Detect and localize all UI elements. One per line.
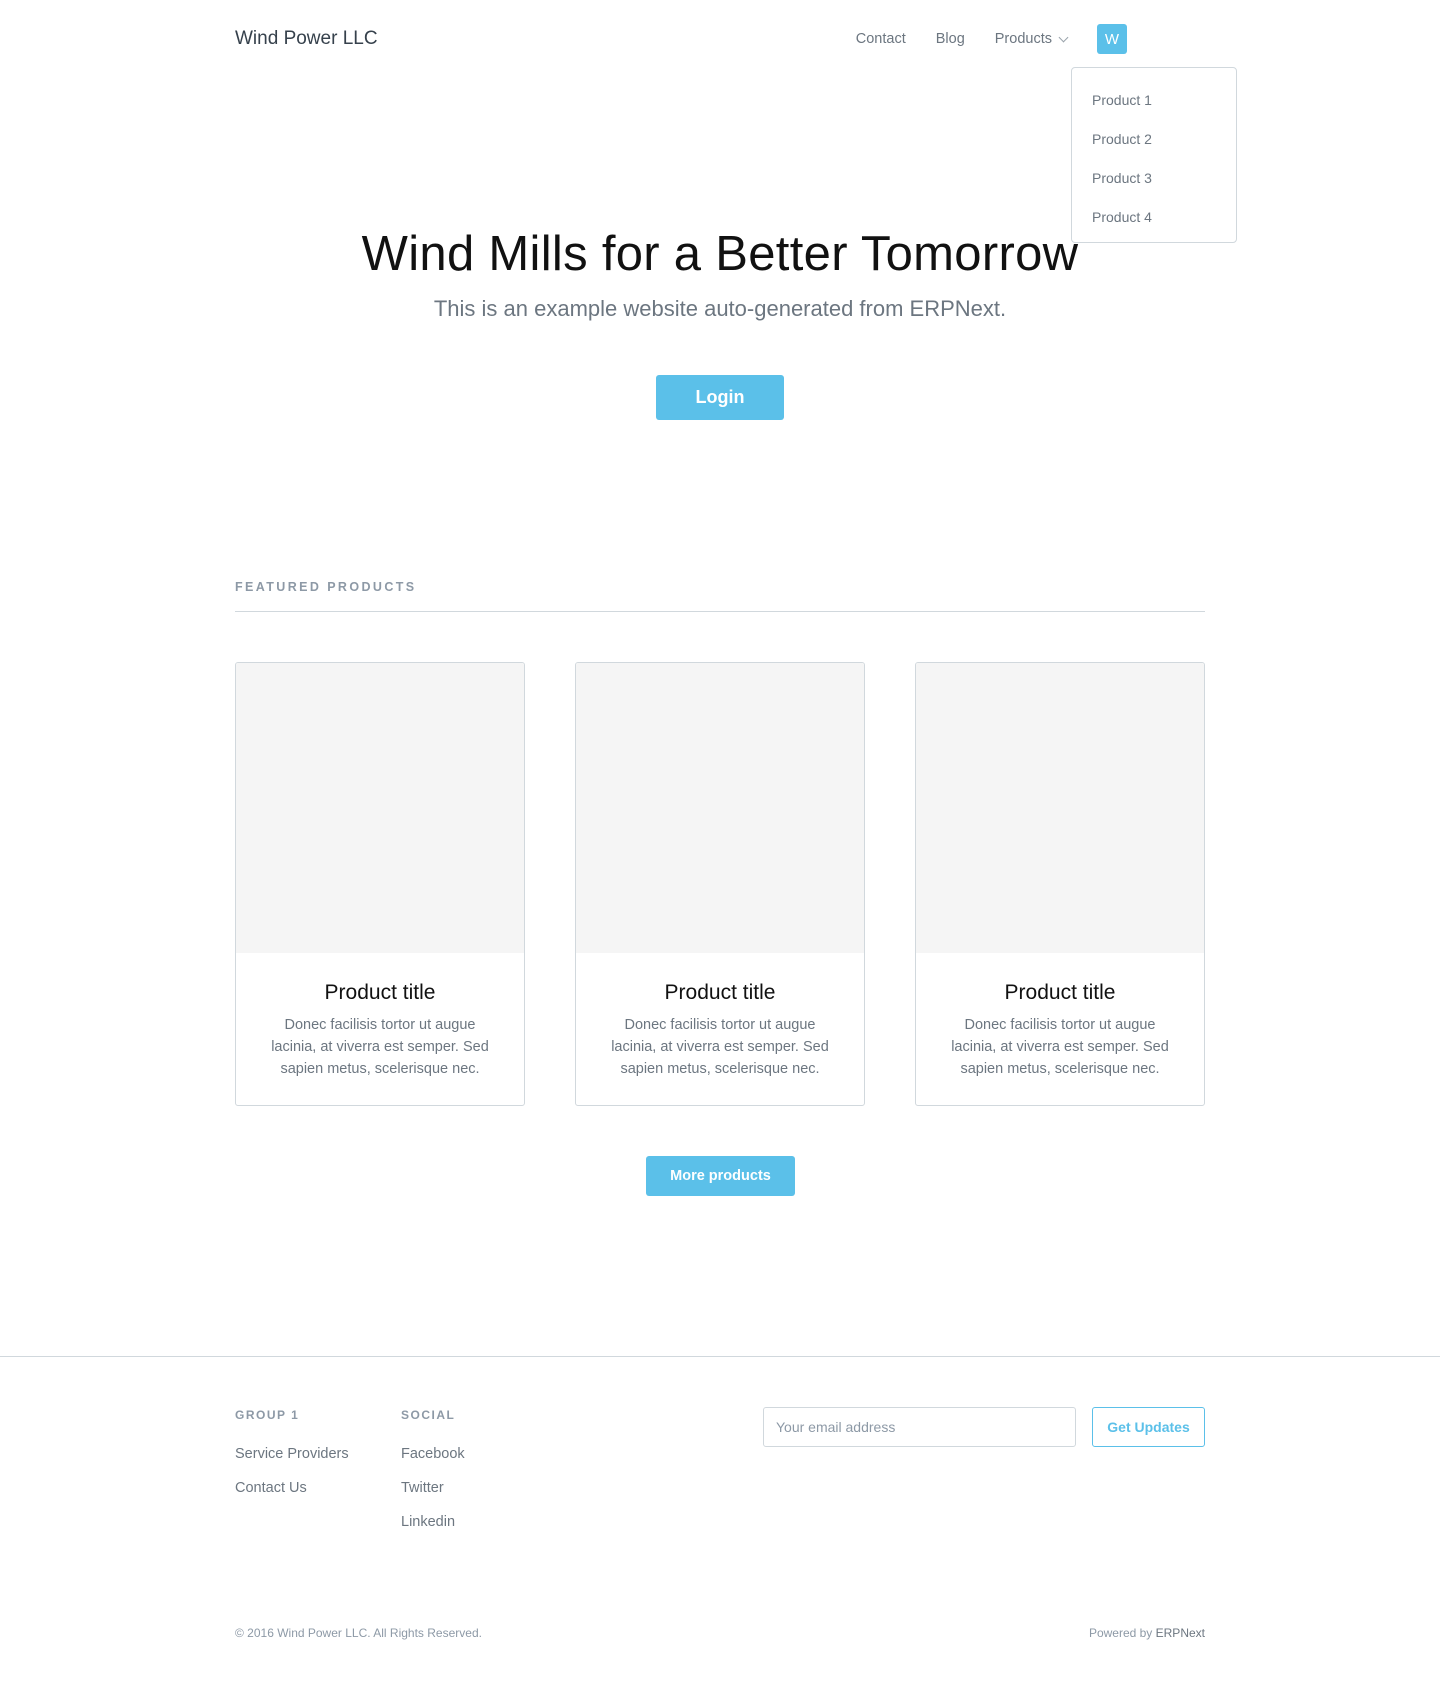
section-divider — [235, 611, 1205, 612]
nav-dropdown-products[interactable]: Products — [994, 31, 1069, 47]
product-description: Donec facilisis tortor ut augue lacinia,… — [271, 1017, 489, 1077]
footer-link-twitter[interactable]: Twitter — [401, 1471, 465, 1505]
hero-title: Wind Mills for a Better Tomorrow — [361, 227, 1079, 281]
get-updates-button[interactable]: Get Updates — [1092, 1407, 1205, 1447]
nav-links: Contact Blog Products W — [826, 24, 1127, 54]
nav-products-label: Products — [994, 31, 1052, 47]
product-image-placeholder — [916, 663, 1204, 953]
copyright-text: © 2016 Wind Power LLC. All Rights Reserv… — [235, 1626, 482, 1640]
product-card[interactable]: Product title Donec facilisis tortor ut … — [235, 662, 525, 1106]
footer-group-1: GROUP 1 Service Providers Contact Us — [235, 1408, 349, 1505]
email-input[interactable] — [763, 1407, 1076, 1447]
featured-products-heading: FEATURED PRODUCTS — [235, 580, 417, 594]
product-card[interactable]: Product title Donec facilisis tortor ut … — [575, 662, 865, 1106]
product-image-placeholder — [236, 663, 524, 953]
product-title: Product title — [324, 981, 436, 1004]
footer-group-title: SOCIAL — [401, 1408, 456, 1422]
more-products-button[interactable]: More products — [646, 1156, 795, 1196]
chevron-down-icon — [1058, 32, 1069, 42]
powered-by: Powered by ERPNext — [1089, 1626, 1205, 1640]
footer-group-social: SOCIAL Facebook Twitter Linkedin — [401, 1408, 465, 1539]
product-description: Donec facilisis tortor ut augue lacinia,… — [611, 1017, 829, 1077]
products-dropdown-menu: Product 1 Product 2 Product 3 Product 4 — [1071, 67, 1237, 243]
erpnext-link[interactable]: ERPNext — [1156, 1626, 1205, 1640]
nav-link-contact[interactable]: Contact — [856, 31, 906, 47]
nav-link-blog[interactable]: Blog — [936, 31, 965, 47]
powered-by-prefix: Powered by — [1088, 1626, 1156, 1640]
dropdown-item-product-3[interactable]: Product 3 — [1072, 159, 1236, 198]
hero-subtitle: This is an example website auto-generate… — [433, 296, 1007, 321]
footer-link-contact-us[interactable]: Contact Us — [235, 1471, 349, 1505]
avatar[interactable]: W — [1097, 24, 1127, 54]
brand-logo[interactable]: Wind Power LLC — [235, 28, 378, 50]
product-image-placeholder — [576, 663, 864, 953]
footer-divider — [0, 1356, 1440, 1357]
footer-group-title: GROUP 1 — [235, 1408, 300, 1422]
dropdown-item-product-2[interactable]: Product 2 — [1072, 120, 1236, 159]
product-card[interactable]: Product title Donec facilisis tortor ut … — [915, 662, 1205, 1106]
login-button[interactable]: Login — [656, 375, 784, 420]
product-title: Product title — [1004, 981, 1116, 1004]
footer-link-facebook[interactable]: Facebook — [401, 1437, 465, 1471]
footer-link-service-providers[interactable]: Service Providers — [235, 1437, 349, 1471]
footer-link-linkedin[interactable]: Linkedin — [401, 1505, 465, 1539]
product-title: Product title — [664, 981, 776, 1004]
product-description: Donec facilisis tortor ut augue lacinia,… — [951, 1017, 1169, 1077]
dropdown-item-product-1[interactable]: Product 1 — [1072, 81, 1236, 120]
